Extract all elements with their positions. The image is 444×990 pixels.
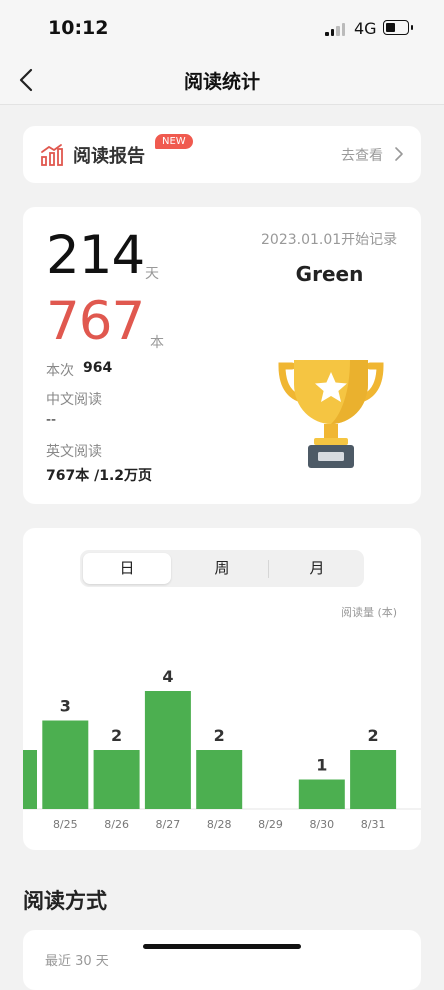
chart-bar: [93, 750, 140, 809]
new-badge: NEW: [155, 134, 193, 149]
home-indicator: [143, 944, 301, 949]
reading-method-title: 阅读方式: [23, 889, 107, 913]
chart-value-label: 2: [214, 726, 225, 745]
chart-x-tick: 8/28: [207, 818, 232, 831]
reading-method-card: 最近 30 天: [23, 930, 421, 990]
chinese-reading-label: 中文阅读: [46, 392, 102, 408]
chart-value-label: 2: [111, 726, 122, 745]
chart-value-label: 4: [162, 667, 173, 686]
status-time: 10:12: [48, 17, 109, 39]
chart-x-tick: 8/30: [309, 818, 334, 831]
stats-card: 214 天 767 本 本次 964 中文阅读 -- 英文阅读 767本 /1.…: [23, 207, 421, 504]
trophy-icon: [278, 360, 384, 468]
chart-x-tick: 8/27: [156, 818, 181, 831]
days-count: 214: [46, 225, 145, 286]
chart-x-tick: 8/26: [104, 818, 129, 831]
days-unit: 天: [145, 266, 159, 282]
reading-bar-chart: 3 8/25 2 8/26 4 8/27 2 8/28 8/29 1 8/30 2 8/31: [23, 667, 421, 831]
chart-bar: [23, 750, 37, 809]
page-title: 阅读统计: [183, 71, 260, 93]
books-unit: 本: [150, 335, 164, 351]
start-date: 2023.01.01开始记录: [261, 232, 398, 248]
chevron-right-icon: [395, 147, 403, 161]
battery-cap: [411, 25, 413, 30]
session-value: 964: [83, 360, 113, 376]
bar-chart-trend-icon: [41, 144, 63, 166]
chart-value-label: 1: [316, 756, 327, 775]
signal-icon: [325, 22, 347, 36]
nav-bar: 阅读统计: [0, 58, 444, 105]
user-name: Green: [295, 262, 364, 286]
chart-value-label: 2: [368, 726, 379, 745]
english-reading-label: 英文阅读: [46, 444, 102, 460]
report-title: 阅读报告: [73, 146, 145, 167]
books-count: 767: [46, 291, 145, 352]
chart-bar: [196, 750, 243, 809]
battery-icon: [383, 20, 409, 35]
chart-x-tick: 8/31: [361, 818, 386, 831]
chart-bar: [42, 720, 89, 809]
reading-report-card[interactable]: 阅读报告 NEW 去查看: [23, 126, 421, 183]
chart-x-tick: 8/25: [53, 818, 78, 831]
chart-bar: [144, 691, 191, 809]
chart-bar: [350, 750, 397, 809]
session-label: 本次: [46, 363, 74, 379]
chinese-reading-value: --: [46, 412, 57, 428]
chart-x-tick: 8/29: [258, 818, 283, 831]
chart-value-label: 3: [60, 697, 71, 716]
view-report-link[interactable]: 去查看: [341, 145, 383, 165]
network-label: 4G: [354, 19, 377, 38]
reading-chart-card: 日 周 月 阅读量 (本) 3 8/25 2 8/26 4 8/27 2 8/28 8/29 1 8…: [23, 528, 421, 850]
status-bar: 10:12: [0, 0, 444, 58]
english-reading-value: 767本 /1.2万页: [46, 468, 153, 484]
chart-bar: [298, 779, 345, 809]
